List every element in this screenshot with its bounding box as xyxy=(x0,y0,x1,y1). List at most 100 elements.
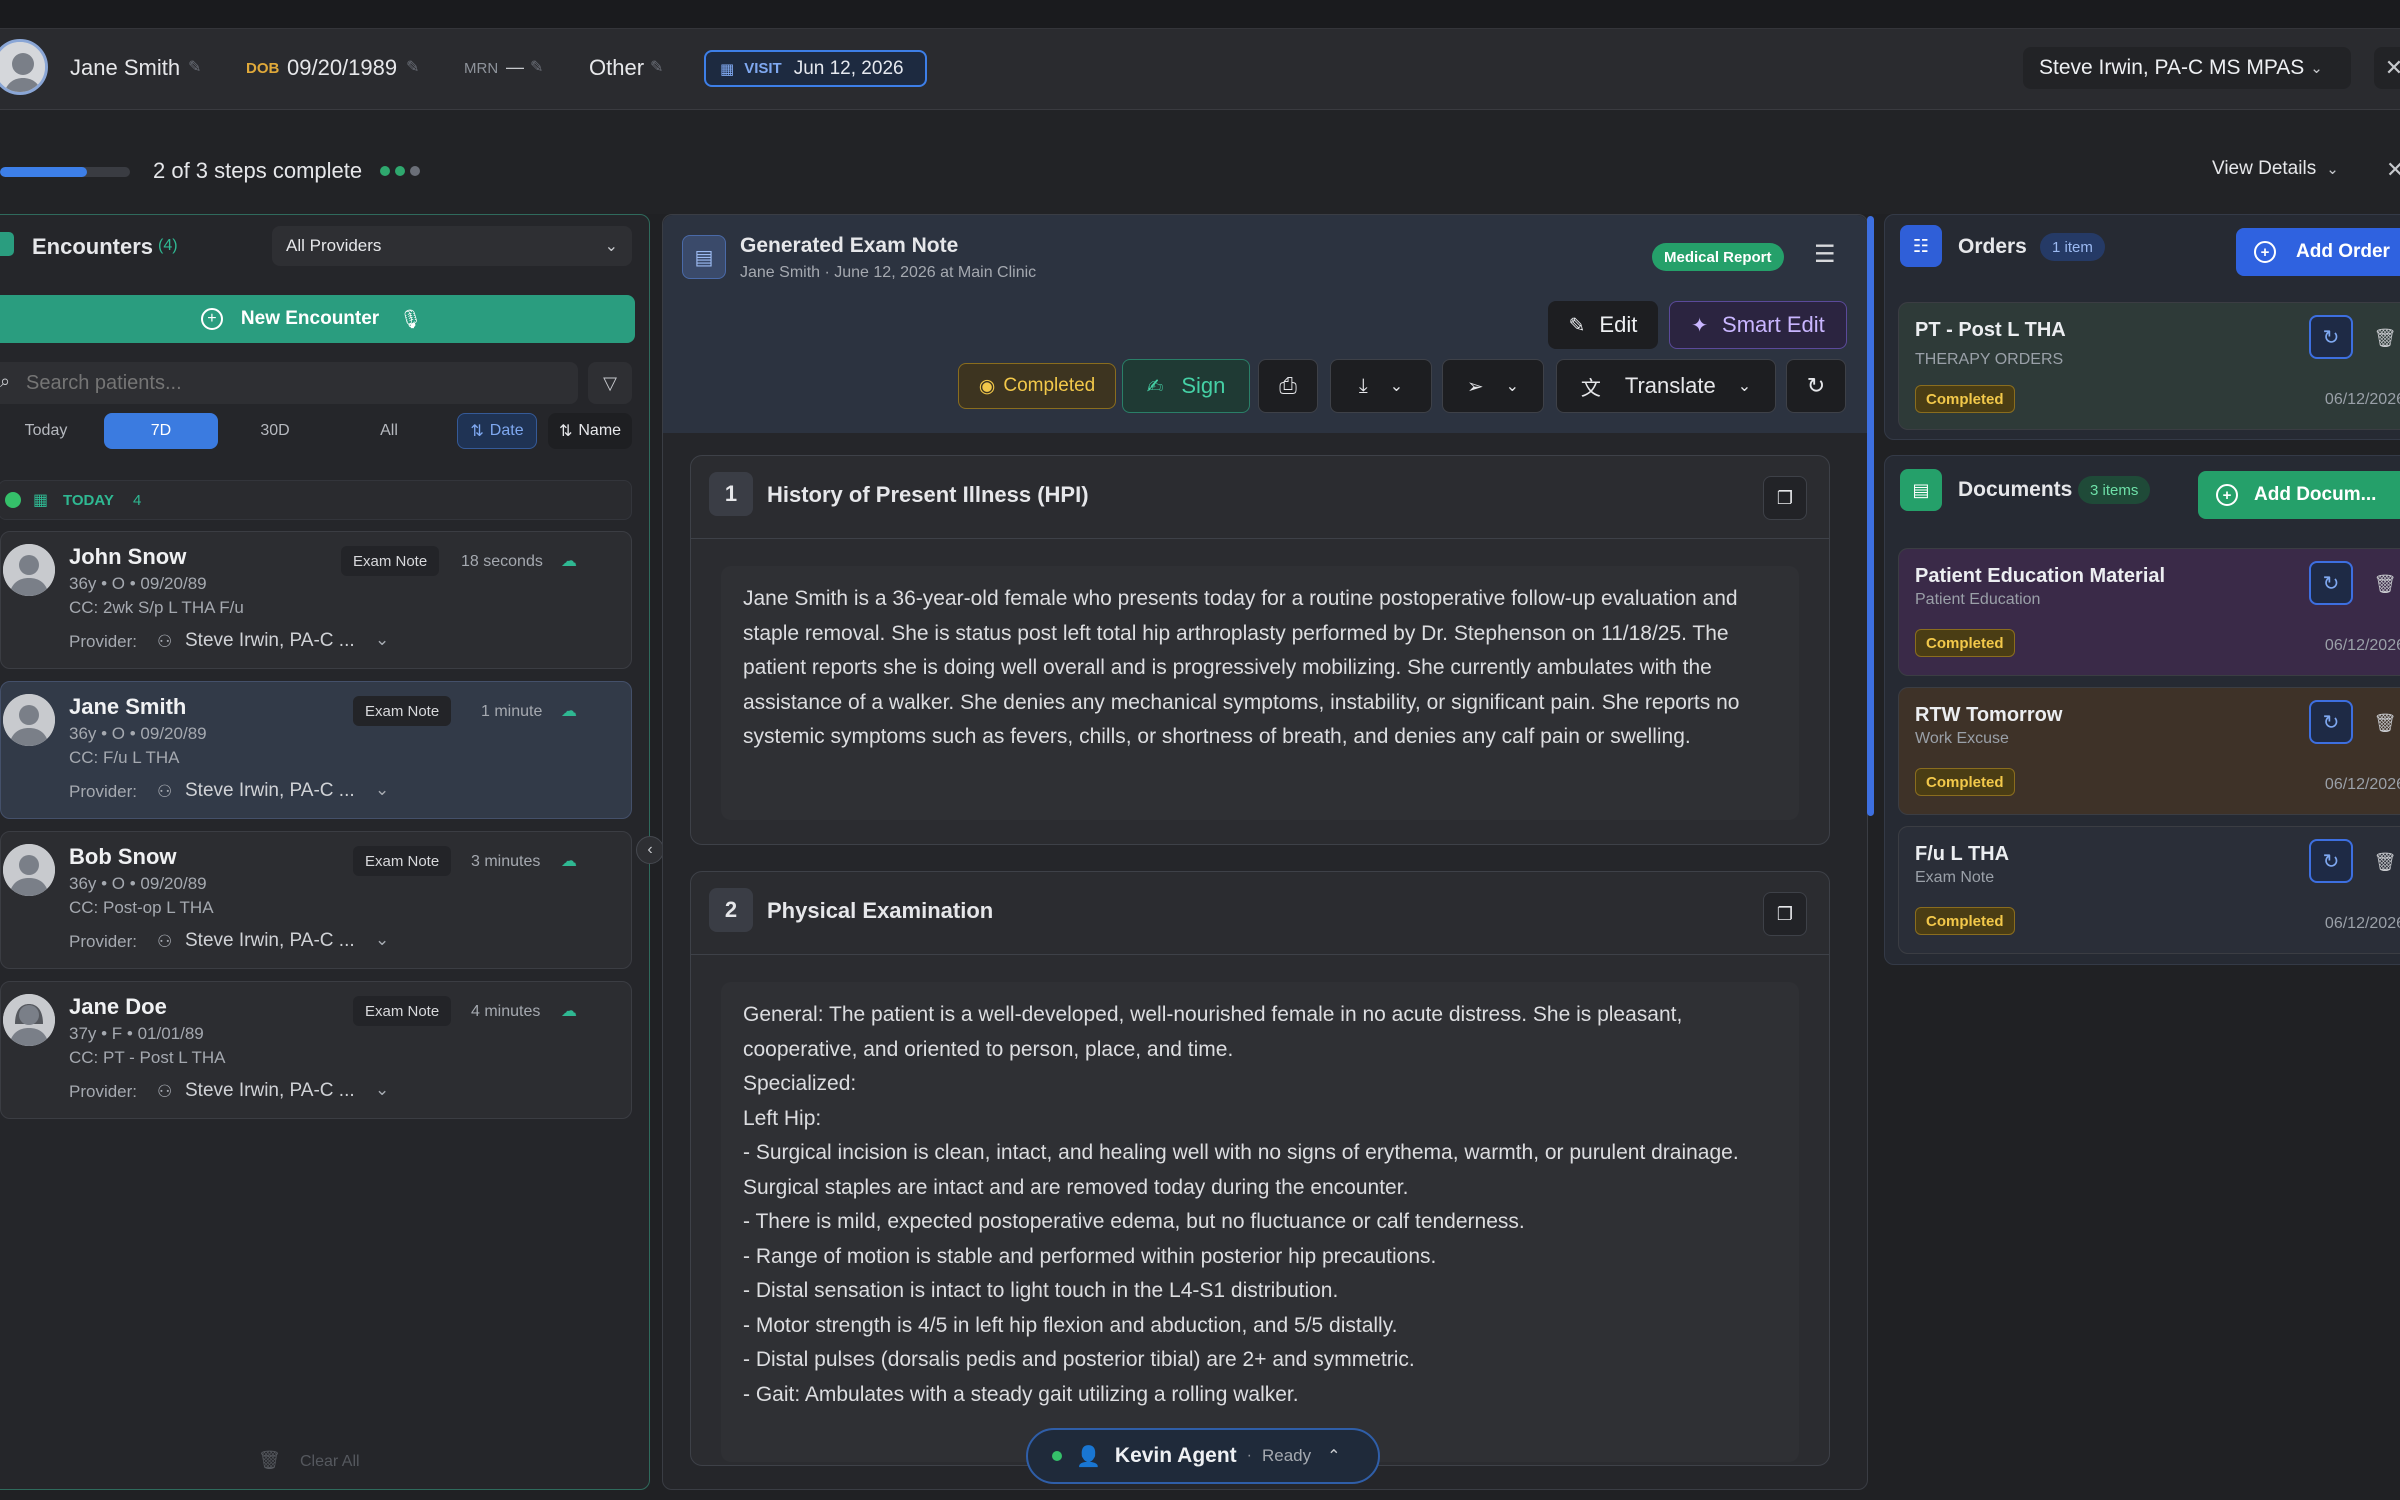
sign-button[interactable]: ✍ Sign xyxy=(1122,359,1250,413)
chevron-down-icon: ⌄ xyxy=(1389,378,1404,395)
progress-row: 2 of 3 steps complete View Details ⌄ ✕ xyxy=(0,110,2400,214)
new-encounter-button[interactable]: + New Encounter 🎙 xyxy=(0,295,635,343)
patient-name[interactable]: Jane Smith xyxy=(70,55,180,81)
encounter-provider[interactable]: Steve Irwin, PA-C ... xyxy=(185,780,355,802)
document-sub: Exam Note xyxy=(1915,869,1995,886)
order-card[interactable]: PT - Post L THA THERAPY ORDERS Completed… xyxy=(1898,302,2400,430)
close-progress-icon[interactable]: ✕ xyxy=(2386,157,2400,183)
tab-today[interactable]: Today xyxy=(0,413,98,449)
hpi-section: 1 History of Present Illness (HPI) ❐ Jan… xyxy=(690,455,1830,845)
trash-icon[interactable]: 🗑 xyxy=(258,1450,281,1471)
refresh-button[interactable]: ↻ xyxy=(2309,561,2353,605)
delete-button[interactable]: 🗑 xyxy=(2371,569,2399,599)
status-dot-green xyxy=(1052,1451,1062,1461)
visit-chip[interactable]: ▦ VISIT Jun 12, 2026 xyxy=(704,50,927,87)
send-icon: ➢ xyxy=(1466,375,1484,398)
encounter-provider[interactable]: Steve Irwin, PA-C ... xyxy=(185,630,355,652)
provider-dropdown[interactable]: Steve Irwin, PA-C MS MPAS ⌄ xyxy=(2023,47,2351,89)
delete-button[interactable]: 🗑 xyxy=(2371,708,2399,738)
print-button[interactable]: ⎙ xyxy=(1258,359,1318,413)
regenerate-button[interactable]: ↻ xyxy=(1786,359,1846,413)
chevron-down-icon[interactable]: ⌄ xyxy=(375,1080,389,1100)
add-document-button[interactable]: + Add Docum... xyxy=(2198,471,2400,519)
encounter-cc: CC: F/u L THA xyxy=(69,748,180,767)
section-body[interactable]: General: The patient is a well-developed… xyxy=(721,982,1799,1462)
note-doc-icon: ▤ xyxy=(682,235,726,279)
tab-30d[interactable]: 30D xyxy=(218,413,332,449)
collapse-panel-button[interactable]: ‹ xyxy=(636,836,664,864)
chevron-down-icon[interactable]: ⌄ xyxy=(375,630,389,650)
encounter-time: 4 minutes xyxy=(471,1003,541,1020)
search-input[interactable] xyxy=(26,368,566,398)
smart-edit-button[interactable]: ✦ Smart Edit xyxy=(1669,301,1847,349)
encounter-name: John Snow xyxy=(69,544,187,569)
tab-all[interactable]: All xyxy=(332,413,446,449)
refresh-button[interactable]: ↻ xyxy=(2309,839,2353,883)
document-card[interactable]: RTW Tomorrow Work Excuse Completed 06/12… xyxy=(1898,687,2400,815)
mrn-label: MRN xyxy=(464,60,499,77)
note-type-tag: Exam Note xyxy=(353,996,452,1026)
user-icon: ⚇ xyxy=(157,782,173,801)
mrn-value[interactable]: — xyxy=(506,57,524,78)
dob-value[interactable]: 09/20/1989 xyxy=(287,55,397,81)
edit-label: Edit xyxy=(1599,312,1638,337)
section-body[interactable]: Jane Smith is a 36-year-old female who p… xyxy=(721,566,1799,820)
download-icon: ⤓ xyxy=(1358,374,1368,397)
encounter-card[interactable]: John Snow 36y • O • 09/20/89 CC: 2wk S/p… xyxy=(0,531,632,669)
edit-button[interactable]: ✎ Edit xyxy=(1548,301,1658,349)
refresh-button[interactable]: ↻ xyxy=(2309,315,2353,359)
edit-dob-pencil-icon[interactable]: ✎ xyxy=(406,57,419,77)
clear-all-button[interactable]: Clear All xyxy=(300,1453,360,1471)
orders-title: Orders xyxy=(1958,235,2027,258)
calendar-icon: ▦ xyxy=(33,492,49,509)
provider-filter[interactable]: All Providers ⌄ xyxy=(272,226,632,266)
agent-pill[interactable]: 👤 Kevin Agent · Ready ⌃ xyxy=(1026,1428,1380,1484)
download-button[interactable]: ⤓ ⌄ xyxy=(1330,359,1432,413)
edit-mrn-pencil-icon[interactable]: ✎ xyxy=(530,57,543,77)
chevron-down-icon[interactable]: ⌄ xyxy=(375,780,389,800)
encounter-card[interactable]: Jane Smith 36y • O • 09/20/89 CC: F/u L … xyxy=(0,681,632,819)
view-details-button[interactable]: View Details ⌄ xyxy=(2212,158,2339,180)
document-card[interactable]: Patient Education Material Patient Educa… xyxy=(1898,548,2400,676)
send-button[interactable]: ➢ ⌄ xyxy=(1442,359,1544,413)
note-scrollbar[interactable] xyxy=(1867,216,1874,816)
cloud-icon: ☁ xyxy=(561,853,577,870)
tab-7d[interactable]: 7D xyxy=(104,413,218,449)
provider-name: Steve Irwin, PA-C MS MPAS xyxy=(2039,56,2305,79)
delete-button[interactable]: 🗑 xyxy=(2371,847,2399,877)
note-type-tag: Exam Note xyxy=(341,546,440,576)
sex-value[interactable]: Other xyxy=(589,55,644,81)
document-card[interactable]: F/u L THA Exam Note Completed 06/12/2026… xyxy=(1898,826,2400,954)
note-subtitle: Jane Smith · June 12, 2026 at Main Clini… xyxy=(740,264,1037,281)
refresh-button[interactable]: ↻ xyxy=(2309,700,2353,744)
copy-section-button[interactable]: ❐ xyxy=(1763,892,1807,936)
status-dot-green xyxy=(5,492,21,508)
chevron-down-icon: ⌄ xyxy=(604,238,618,255)
medical-report-badge: Medical Report xyxy=(1652,243,1784,271)
edit-sex-pencil-icon[interactable]: ✎ xyxy=(650,57,663,77)
cloud-icon: ☁ xyxy=(561,553,577,570)
encounter-provider[interactable]: Steve Irwin, PA-C ... xyxy=(185,1080,355,1102)
orders-count: 1 item xyxy=(2040,233,2105,261)
range-tabs: Today 7D 30D All xyxy=(0,413,460,449)
encounter-card[interactable]: Jane Doe 37y • F • 01/01/89 CC: PT - Pos… xyxy=(0,981,632,1119)
delete-button[interactable]: 🗑 xyxy=(2371,323,2399,353)
chevron-down-icon[interactable]: ⌄ xyxy=(375,930,389,950)
translate-button[interactable]: 文 Translate ⌄ xyxy=(1556,359,1776,413)
sort-name-button[interactable]: ⇅ Name xyxy=(548,413,632,449)
encounter-card[interactable]: Bob Snow 36y • O • 09/20/89 CC: Post-op … xyxy=(0,831,632,969)
add-order-button[interactable]: + Add Order xyxy=(2236,228,2400,276)
patient-avatar xyxy=(3,844,55,896)
provider-label: Provider: xyxy=(69,782,138,801)
document-date: 06/12/2026 xyxy=(2324,776,2400,793)
physical-exam-section: 2 Physical Examination ❐ General: The pa… xyxy=(690,871,1830,1466)
edit-name-pencil-icon[interactable]: ✎ xyxy=(188,57,201,77)
sort-date-button[interactable]: ⇅ Date xyxy=(457,413,537,449)
close-header-button[interactable]: ✕ xyxy=(2374,47,2400,89)
menu-icon[interactable]: ☰ xyxy=(1814,240,1836,269)
encounter-provider[interactable]: Steve Irwin, PA-C ... xyxy=(185,930,355,952)
copy-section-button[interactable]: ❐ xyxy=(1763,476,1807,520)
documents-icon: ▤ xyxy=(1900,469,1942,511)
section-divider xyxy=(691,954,1829,955)
filter-button[interactable]: ▽ xyxy=(588,362,632,404)
